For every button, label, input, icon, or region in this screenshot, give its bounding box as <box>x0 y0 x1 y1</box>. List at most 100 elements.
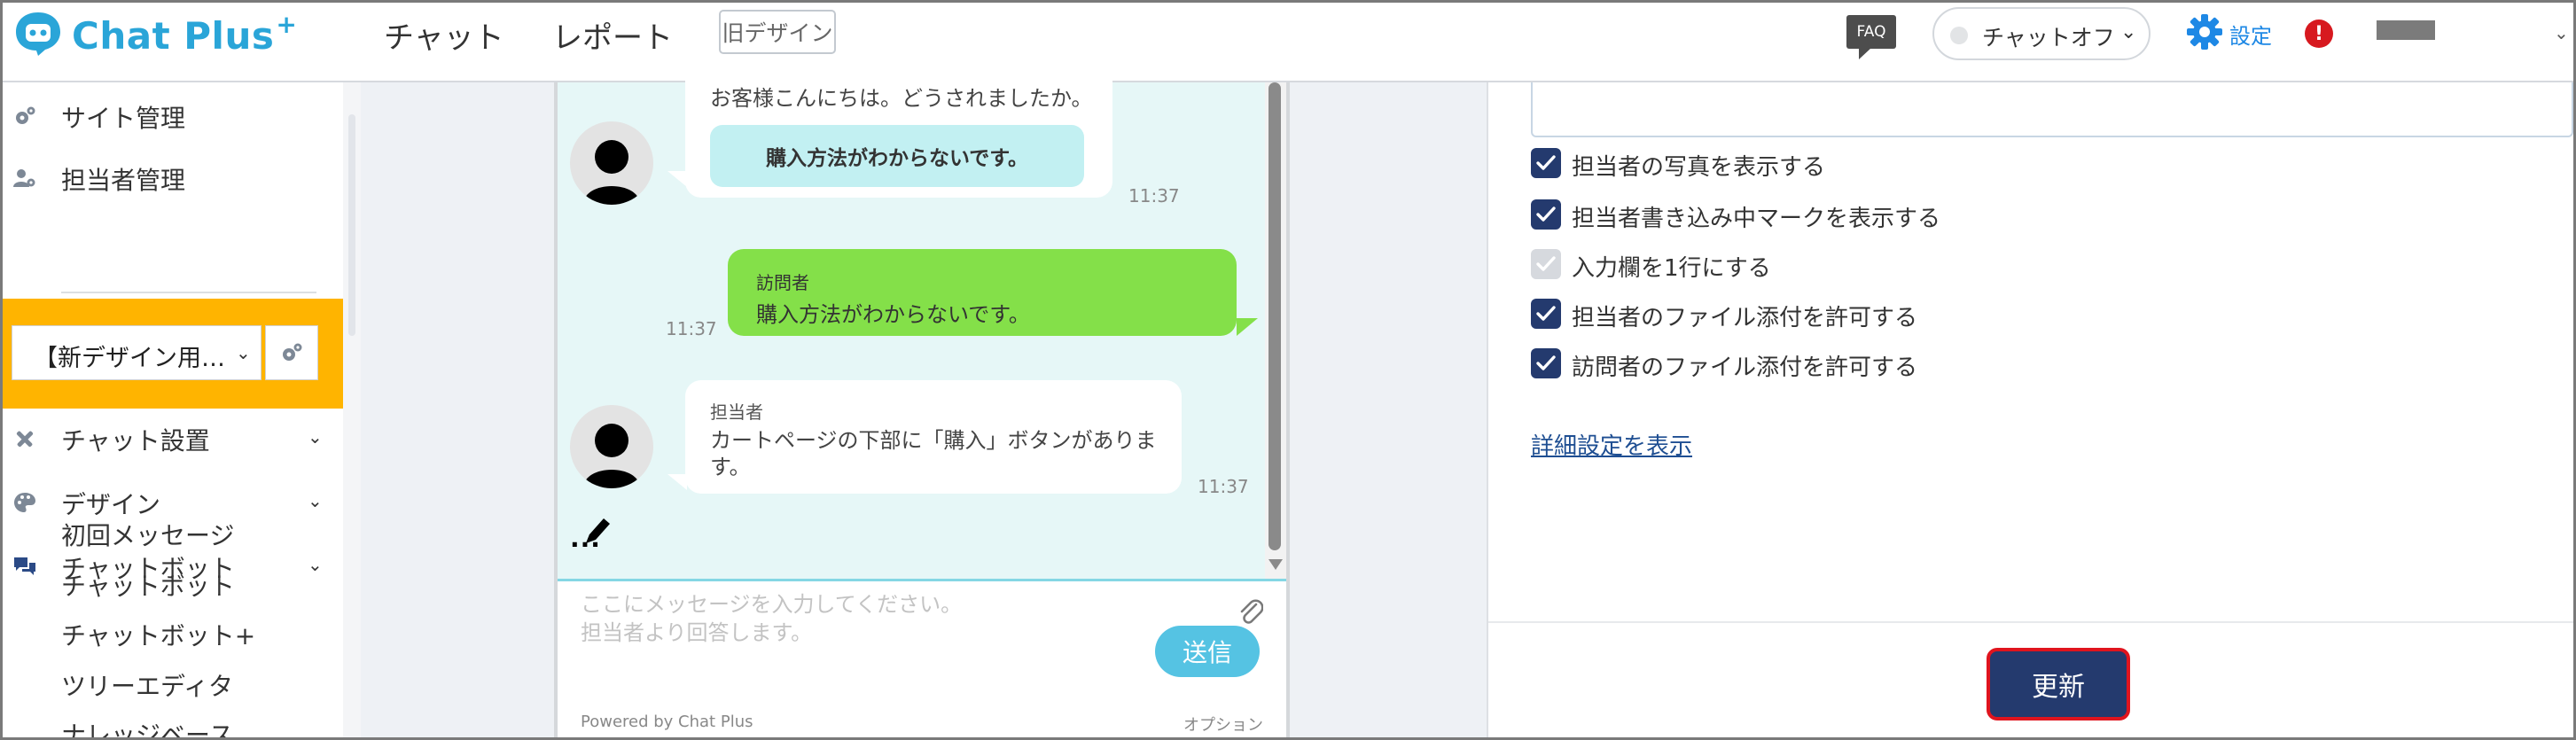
app-window: Chat Plus+ チャット レポート 旧デザイン FAQ チャットオフ ⌄ <box>0 0 2576 740</box>
checkbox-label: 担当者書き込み中マークを表示する <box>1572 206 1941 232</box>
check-icon <box>1536 355 1556 370</box>
checkbox-label: 入力欄を1行にする <box>1572 255 1771 282</box>
checkbox-staff-file-attach[interactable]: 担当者のファイル添付を許可する <box>1531 297 2329 332</box>
user-gear-icon <box>13 169 35 187</box>
person-icon <box>583 140 640 205</box>
typing-indicator: ... <box>570 524 601 553</box>
gears-icon <box>16 106 35 124</box>
site-select-dropdown[interactable]: 【新デザイン用… ⌄ <box>12 325 262 380</box>
chat-status-label: チャットオフ <box>1982 25 2115 51</box>
sidebar-item-site-admin[interactable]: サイト管理 <box>3 88 343 141</box>
checkbox[interactable] <box>1531 199 1561 230</box>
nav-chat[interactable]: チャット <box>384 13 504 57</box>
option-link[interactable]: オプション <box>1183 713 1263 736</box>
chat-widget-preview: お客様こんにちは。どうされましたか。 購入方法がわからないです。 11:37 訪… <box>554 65 1290 737</box>
nav-report[interactable]: レポート <box>552 13 673 57</box>
palette-icon <box>14 493 35 512</box>
agent-message-bubble: お客様こんにちは。どうされましたか。 購入方法がわからないです。 <box>685 65 1112 198</box>
logo-text[interactable]: Chat Plus+ <box>72 10 297 58</box>
powered-by-text: Powered by Chat Plus <box>581 713 753 731</box>
top-header: Chat Plus+ チャット レポート 旧デザイン FAQ チャットオフ ⌄ <box>3 3 2573 82</box>
checkbox[interactable] <box>1531 148 1561 178</box>
checkbox[interactable] <box>1531 299 1561 329</box>
sidebar-scrollbar[interactable] <box>343 82 361 737</box>
input-placeholder[interactable]: ここにメッセージを入力してください。 担当者より回答します。 <box>581 590 962 647</box>
check-icon <box>1536 206 1556 222</box>
checkbox-label: 担当者のファイル添付を許可する <box>1572 305 1918 331</box>
sidebar-item-label: デザイン <box>61 490 161 519</box>
agent-avatar <box>570 405 653 488</box>
agent-label: 担当者 <box>710 401 763 423</box>
sidebar-subitem-tree-editor[interactable]: ツリーエディタ <box>61 667 233 703</box>
chat-bubbles-icon <box>14 557 35 575</box>
checkbox <box>1531 249 1561 279</box>
bubble-tail <box>667 171 687 187</box>
gears-icon <box>283 343 302 361</box>
chevron-down-icon: ⌄ <box>308 554 323 575</box>
site-select-area: 【新デザイン用… ⌄ <box>3 299 343 409</box>
checkbox-show-staff-photo[interactable]: 担当者の写真を表示する <box>1531 146 2329 182</box>
show-detail-settings-link[interactable]: 詳細設定を表示 <box>1531 428 1692 461</box>
scroll-down-arrow-icon[interactable] <box>1268 559 1283 570</box>
update-button[interactable]: 更新 <box>1987 648 2130 721</box>
checkbox-show-typing-mark[interactable]: 担当者書き込み中マークを表示する <box>1531 198 2329 233</box>
person-icon <box>583 424 640 488</box>
visitor-label: 訪問者 <box>756 272 809 293</box>
sidebar-item-staff-admin[interactable]: 担当者管理 <box>3 150 343 203</box>
agent-message-line1: カートページの下部に「購入」ボタンがありま <box>710 428 1157 453</box>
check-icon <box>1536 306 1556 321</box>
agent-avatar <box>570 121 653 205</box>
checkbox-visitor-file-attach[interactable]: 訪問者のファイル添付を許可する <box>1531 347 2329 382</box>
check-icon <box>1536 256 1556 271</box>
site-settings-button[interactable] <box>265 325 318 380</box>
checkbox[interactable] <box>1531 348 1561 378</box>
faq-icon[interactable]: FAQ <box>1846 15 1896 59</box>
placeholder-line1: ここにメッセージを入力してください。 <box>581 592 963 617</box>
message-time: 11:37 <box>1128 185 1180 206</box>
agent-message-bubble: 担当者 カートページの下部に「購入」ボタンがありま す。 <box>685 380 1182 494</box>
settings-panel: 担当者の写真を表示する 担当者書き込み中マークを表示する 入力欄を1行にする 担… <box>1487 82 2573 737</box>
check-icon <box>1536 155 1556 170</box>
paperclip-icon[interactable] <box>1237 596 1263 626</box>
greeting-text: お客様こんにちは。どうされましたか。 <box>710 86 1093 111</box>
chevron-down-icon: ⌄ <box>236 342 251 363</box>
bubble-tail <box>1237 318 1258 336</box>
sidebar-item-chat-install[interactable]: チャット設置 ⌄ <box>3 410 343 463</box>
visitor-message-bubble: 訪問者 購入方法がわからないです。 <box>728 249 1237 336</box>
chat-status-dropdown[interactable]: チャットオフ ⌄ <box>1932 7 2151 60</box>
sidebar-divider <box>61 292 316 293</box>
chevron-down-icon: ⌄ <box>2120 21 2137 43</box>
sidebar-subitem-knowledge-base[interactable]: ナレッジベース <box>61 716 234 737</box>
agent-message-line2: す。 <box>710 455 751 479</box>
bubble-tail <box>667 474 687 490</box>
chat-input-area[interactable]: ここにメッセージを入力してください。 担当者より回答します。 送信 Powere… <box>558 579 1286 737</box>
chat-plus-logo-icon[interactable] <box>13 10 63 58</box>
alert-icon[interactable]: ! <box>2305 19 2333 48</box>
sidebar-subitem-chatbot-plus[interactable]: チャットボット+ <box>61 617 255 652</box>
site-select-value: 【新デザイン用… <box>34 345 225 372</box>
scrollbar-thumb[interactable] <box>348 114 355 336</box>
chevron-down-icon: ⌄ <box>308 490 323 511</box>
sidebar-subitem-chatbot[interactable]: チャットボット <box>61 567 235 603</box>
chevron-down-icon: ⌄ <box>308 426 323 448</box>
chat-scrollbar[interactable] <box>1265 82 1286 579</box>
checkbox-label: 担当者の写真を表示する <box>1572 154 1826 181</box>
sidebar: サイト管理 担当者管理 【新デザイン用… ⌄ チャット設置 ⌄ デザイン ⌄ チ… <box>3 82 343 737</box>
tools-icon <box>16 431 34 448</box>
old-design-button[interactable]: 旧デザイン <box>719 10 836 54</box>
send-button[interactable]: 送信 <box>1155 626 1260 677</box>
chat-message-area: お客様こんにちは。どうされましたか。 購入方法がわからないです。 11:37 訪… <box>558 65 1261 579</box>
gear-icon[interactable] <box>2186 13 2223 51</box>
quick-reply-button[interactable]: 購入方法がわからないです。 <box>710 125 1084 187</box>
message-time: 11:37 <box>666 318 717 339</box>
sidebar-item-label: 担当者管理 <box>61 166 186 195</box>
settings-link[interactable]: 設定 <box>2229 19 2272 50</box>
sidebar-subitem-first-message[interactable]: 初回メッセージ <box>61 517 234 552</box>
panel-divider <box>1488 621 2573 623</box>
chevron-down-icon[interactable]: ⌄ <box>2554 22 2569 43</box>
scrollbar-thumb[interactable] <box>1268 82 1281 550</box>
settings-text-field[interactable] <box>1531 82 2573 137</box>
placeholder-line2: 担当者より回答します。 <box>581 620 813 645</box>
user-menu[interactable] <box>2377 20 2435 40</box>
status-dot-icon <box>1950 27 1968 44</box>
